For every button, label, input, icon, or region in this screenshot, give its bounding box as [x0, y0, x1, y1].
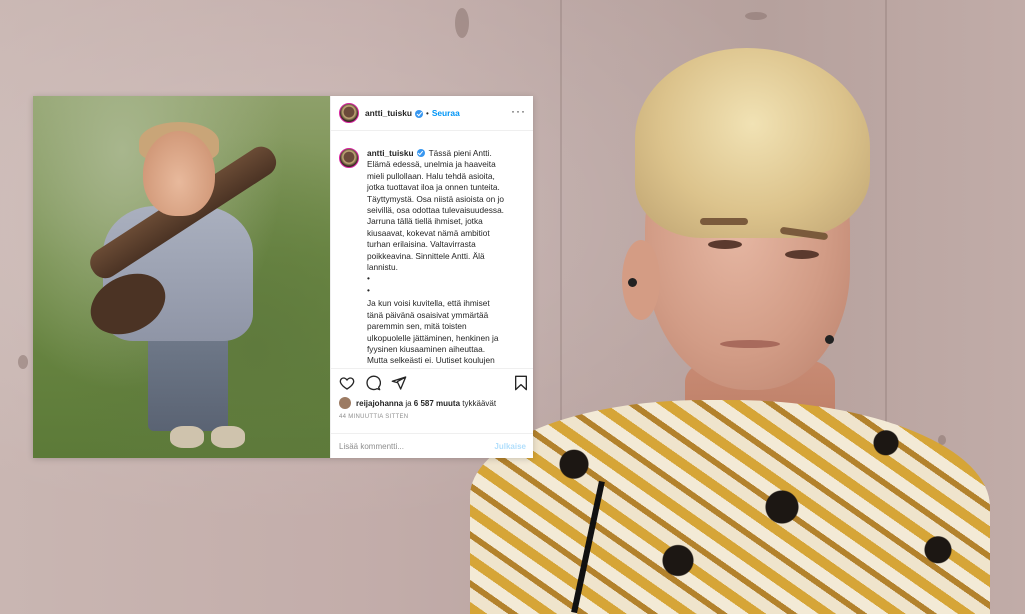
- username-link[interactable]: antti_tuisku: [365, 108, 412, 118]
- caption-line: kiusaavat, kokevat nämä ambitiot: [367, 227, 490, 238]
- share-icon[interactable]: [391, 375, 407, 391]
- liker-avatar: [339, 397, 351, 409]
- caption-line: Elämä edessä, unelmia ja haaveita: [367, 159, 496, 170]
- post-header: antti_tuisku • Seuraa ···: [331, 96, 533, 131]
- caption-line: Täyttymystä. Osa niistä asioista on jo: [367, 193, 504, 204]
- caption-line: Mutta selkeästi ei. Uutiset koulujen: [367, 355, 495, 366]
- likes-count[interactable]: 6 587 muuta: [414, 399, 460, 408]
- comment-bar: Lisää kommentti... Julkaise: [331, 433, 533, 458]
- caption-text: antti_tuisku Tässä pieni Antti. Elämä ede…: [367, 148, 526, 366]
- post-sidebar: antti_tuisku • Seuraa ··· antti_tuisku Tä…: [330, 96, 533, 458]
- caption-line: Jarruna tällä tiellä ihmiset, jotka: [367, 216, 483, 227]
- post-timestamp: 44 MINUUTTIA SITTEN: [339, 414, 409, 420]
- caption-line: tänä päivänä osaisivat ymmärtää: [367, 309, 489, 320]
- action-bar: [331, 368, 533, 395]
- caption-line: seivillä, osa odottaa tulevaisuudessa.: [367, 205, 504, 216]
- verified-badge-icon: [415, 110, 423, 118]
- follow-button[interactable]: Seuraa: [432, 108, 460, 118]
- man-portrait: [470, 40, 990, 614]
- caption-line: poikkeavina. Sinnittele Antti. Älä: [367, 250, 485, 261]
- liker-username[interactable]: reijajohanna: [356, 399, 403, 408]
- caption-line: •: [367, 284, 370, 295]
- caption-username[interactable]: antti_tuisku: [367, 148, 414, 158]
- post-comment-button[interactable]: Julkaise: [494, 442, 526, 451]
- caption-line: ulkopuolelle jättäminen, henkinen ja: [367, 332, 499, 343]
- separator-dot: •: [426, 108, 429, 118]
- caption-line: jotka tuottavat iloa ja onnen tunteita.: [367, 182, 500, 193]
- comment-icon[interactable]: [365, 375, 381, 391]
- likes-suffix: tykkäävät: [460, 398, 497, 408]
- caption-line: lannistu.: [367, 262, 398, 273]
- avatar[interactable]: [339, 103, 359, 123]
- heart-icon[interactable]: [339, 375, 355, 391]
- caption-line: paremmin sen, mitä toisten: [367, 321, 467, 332]
- comment-input[interactable]: Lisää kommentti...: [339, 442, 404, 451]
- caption-line: Tässä pieni Antti.: [428, 148, 492, 158]
- caption-line: Ja kun voisi kuvitella, että ihmiset: [367, 298, 490, 309]
- likes-row: reijajohanna ja 6 587 muuta tykkäävät: [339, 397, 496, 409]
- caption-line: mieli pullollaan. Halu tehdä asioita,: [367, 170, 495, 181]
- caption-line: •: [367, 273, 370, 284]
- caption-avatar[interactable]: [339, 148, 359, 168]
- post-photo[interactable]: [33, 96, 330, 458]
- caption-line: turhan erilaisina. Valtavirrasta: [367, 239, 476, 250]
- caption-line: fyysinen kiusaaminen aiheuttaa.: [367, 343, 486, 354]
- caption: antti_tuisku Tässä pieni Antti. Elämä ede…: [331, 130, 533, 366]
- verified-badge-icon: [416, 149, 425, 157]
- more-horizontal-icon[interactable]: ···: [511, 105, 526, 117]
- instagram-embed: antti_tuisku • Seuraa ··· antti_tuisku Tä…: [33, 96, 533, 458]
- likes-connector: ja: [403, 398, 414, 408]
- bookmark-icon[interactable]: [513, 375, 529, 391]
